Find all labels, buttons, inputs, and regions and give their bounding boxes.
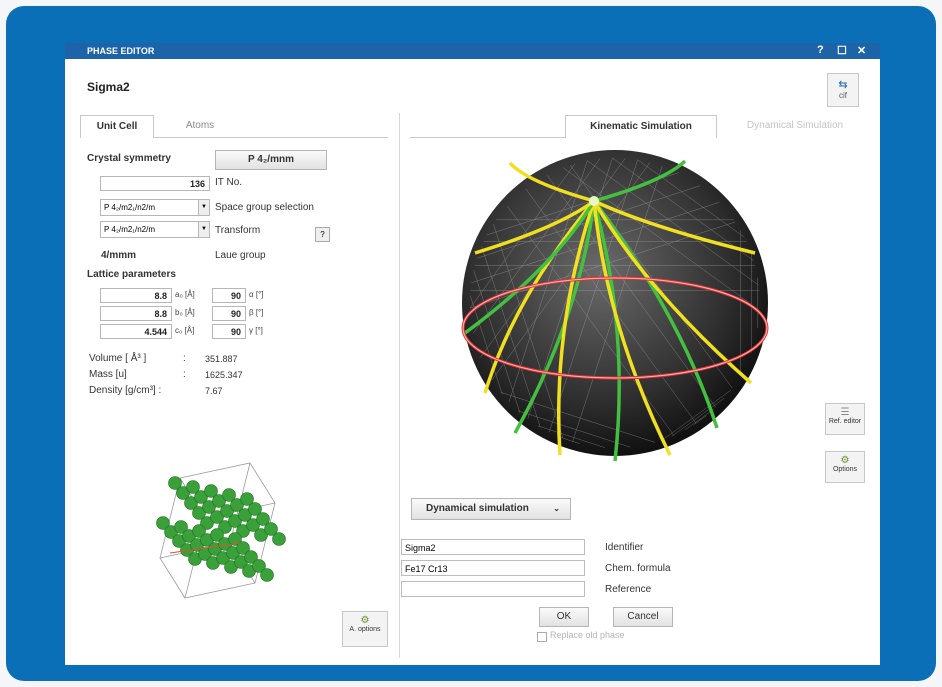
reference-label: Reference: [605, 584, 652, 595]
maximize-icon[interactable]: ☐: [837, 44, 847, 57]
identifier-label: Identifier: [605, 542, 644, 553]
cif-button[interactable]: ⇆ cif: [827, 73, 859, 107]
help-icon[interactable]: ?: [817, 44, 824, 56]
lattice-c-field[interactable]: 4.544: [100, 324, 172, 339]
phase-name: Sigma2: [87, 80, 130, 94]
ok-button[interactable]: OK: [539, 607, 589, 627]
crystal-symmetry-header: Crystal symmetry: [87, 153, 171, 164]
transform-help-button[interactable]: ?: [315, 227, 330, 242]
kinematic-simulation-sphere[interactable]: [455, 143, 775, 463]
cancel-button[interactable]: Cancel: [613, 607, 673, 627]
window-title: PHASE EDITOR: [87, 46, 155, 56]
beta-field[interactable]: 90: [212, 306, 246, 321]
tab-underline-left: [153, 137, 388, 138]
tab-dynamical-simulation[interactable]: Dynamical Simulation: [725, 115, 865, 137]
simulation-mode-dropdown[interactable]: Dynamical simulation ⌄: [411, 498, 571, 520]
gamma-field[interactable]: 90: [212, 324, 246, 339]
volume-value: 351.887: [205, 354, 238, 364]
reference-field[interactable]: [401, 581, 585, 597]
mass-label: Mass [u]: [89, 369, 127, 380]
space-group-selection-label: Space group selection: [215, 202, 314, 213]
replace-old-phase-label: Replace old phase: [550, 630, 625, 640]
space-group-button[interactable]: P 4₂/mnm: [215, 150, 327, 170]
gamma-unit: γ [°]: [249, 326, 263, 335]
lattice-a-unit: a₀ [Å]: [175, 290, 195, 299]
transform-select[interactable]: P 4₂/m2₁/n2/m ▼: [100, 221, 210, 238]
simulation-mode-value: Dynamical simulation: [426, 503, 529, 514]
alpha-field[interactable]: 90: [212, 288, 246, 303]
options-button[interactable]: ⚙ Options: [825, 451, 865, 483]
ref-editor-button[interactable]: ☰ Ref. editor: [825, 403, 865, 435]
volume-label: Volume [ Å³ ]: [89, 353, 147, 364]
atom-options-label: A. options: [349, 626, 381, 633]
cif-label: cif: [839, 91, 847, 100]
tab-kinematic-simulation[interactable]: Kinematic Simulation: [565, 115, 717, 138]
swap-icon: ⇆: [838, 79, 848, 91]
alpha-unit: α [°]: [249, 290, 264, 299]
lattice-b-unit: b₀ [Å]: [175, 308, 195, 317]
chem-formula-label: Chem. formula: [605, 563, 671, 574]
it-number-field[interactable]: 136: [100, 176, 210, 191]
laue-group-value: 4/mmm: [101, 250, 137, 261]
density-value: 7.67: [205, 386, 223, 396]
volume-sep: :: [183, 353, 186, 364]
lattice-a-field[interactable]: 8.8: [100, 288, 172, 303]
chevron-down-icon: ⌄: [553, 504, 560, 513]
options-label: Options: [832, 466, 858, 473]
transform-select-value: P 4₂/m2₁/n2/m: [104, 225, 156, 234]
atom-options-button[interactable]: ⚙ A. options: [342, 611, 388, 647]
crystal-structure-view[interactable]: [125, 448, 305, 618]
ref-editor-label: Ref. editor: [828, 418, 862, 425]
mass-value: 1625.347: [205, 370, 243, 380]
options-icon: ⚙: [840, 455, 850, 466]
space-group-select[interactable]: P 4₂/m2₁/n2/m ▼: [100, 199, 210, 216]
pane-divider: [399, 113, 400, 658]
it-number-label: IT No.: [215, 177, 243, 188]
options-icon: ⚙: [360, 615, 370, 626]
pole-marker: [589, 196, 599, 206]
tab-underline-right: [410, 137, 565, 138]
close-icon[interactable]: ✕: [857, 44, 866, 57]
title-bar: PHASE EDITOR ? ☐ ✕: [65, 43, 880, 59]
list-icon: ☰: [840, 407, 850, 418]
transform-label: Transform: [215, 225, 261, 236]
identifier-field[interactable]: Sigma2: [401, 539, 585, 555]
tab-atoms[interactable]: Atoms: [165, 115, 235, 137]
atoms-group: [156, 476, 286, 582]
space-group-select-value: P 4₂/m2₁/n2/m: [104, 203, 156, 212]
tab-unit-cell[interactable]: Unit Cell: [80, 115, 154, 138]
atom: [260, 568, 274, 582]
density-label: Density [g/cm³] :: [89, 385, 162, 396]
chem-formula-field[interactable]: Fe17 Cr13: [401, 560, 585, 576]
beta-unit: β [°]: [249, 308, 264, 317]
lattice-b-field[interactable]: 8.8: [100, 306, 172, 321]
dropdown-arrow-icon: ▼: [198, 222, 209, 237]
atom: [272, 532, 286, 546]
dropdown-arrow-icon: ▼: [198, 200, 209, 215]
phase-editor-window: PHASE EDITOR ? ☐ ✕ Sigma2 ⇆ cif Unit Cel…: [65, 43, 880, 665]
replace-old-phase-checkbox[interactable]: [537, 632, 547, 642]
lattice-c-unit: c₀ [Å]: [175, 326, 195, 335]
laue-group-label: Laue group: [215, 250, 266, 261]
lattice-parameters-header: Lattice parameters: [87, 269, 176, 280]
mass-sep: :: [183, 369, 186, 380]
